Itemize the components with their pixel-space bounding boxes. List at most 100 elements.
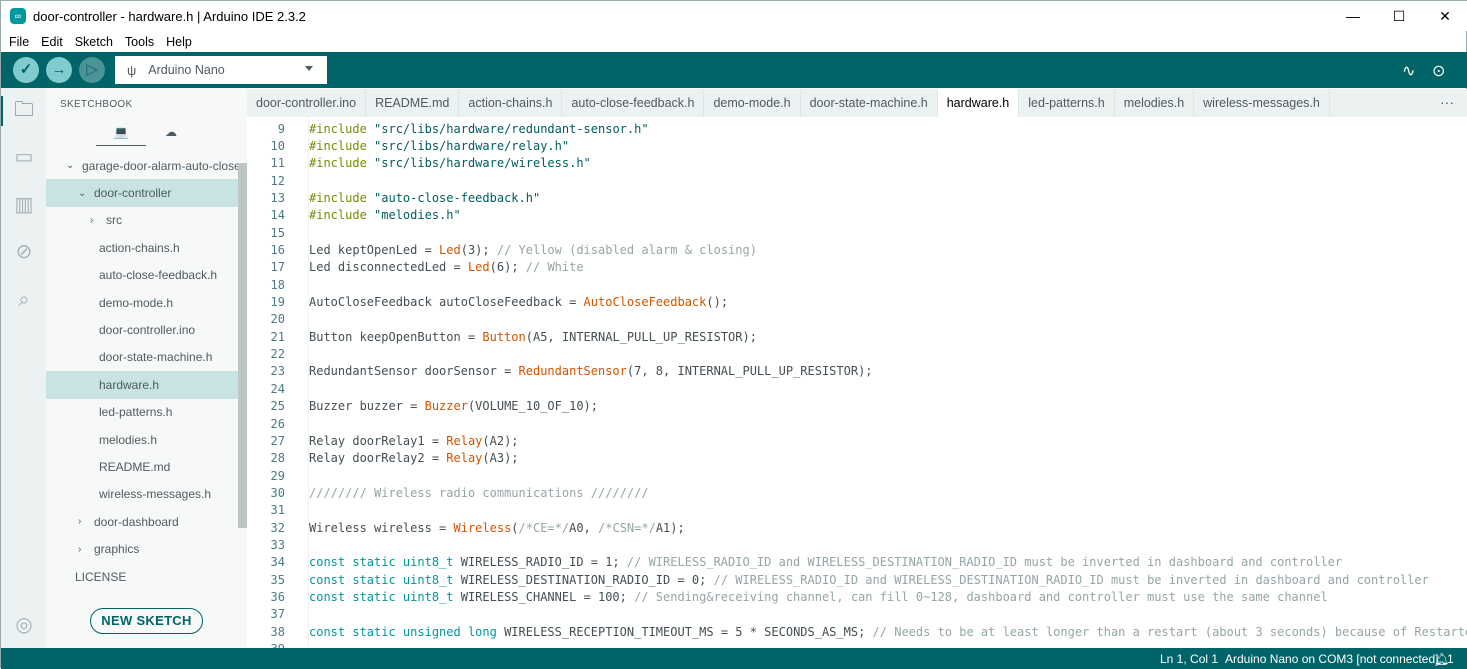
code-line: 18 <box>247 276 1467 293</box>
code-token: Relay <box>446 451 483 466</box>
boards-manager-icon[interactable]: ▭ <box>12 145 36 169</box>
code-token: WIRELESS_RECEPTION_TIMEOUT_MS = 5 * SECO… <box>504 624 873 639</box>
tree-item-label: demo-mode.h <box>99 295 174 310</box>
menu-tools[interactable]: Tools <box>125 35 154 49</box>
code-line: 25 Buzzer buzzer = Buzzer (VOLUME_10_OF_10… <box>247 398 1467 415</box>
tab-melodies-h[interactable]: melodies.h <box>1115 89 1195 117</box>
code-line: 31 <box>247 502 1467 519</box>
line-number: 17 <box>270 260 285 275</box>
cursor-position[interactable]: Ln 1, Col 1 <box>1160 652 1218 666</box>
code-token: (A5, INTERNAL_PULL_UP_RESISTOR); <box>525 329 757 344</box>
line-number: 32 <box>270 520 285 535</box>
tab-wireless-messages-h[interactable]: wireless-messages.h <box>1194 89 1330 117</box>
code-line: 36 const static uint8_t WIRELESS_CHANNEL … <box>247 588 1467 605</box>
code-token: WIRELESS_DESTINATION_RADIO_ID = 0; <box>460 572 714 587</box>
code-token: (VOLUME_10_OF_10); <box>467 399 598 414</box>
chevron-right-icon: › <box>78 516 82 528</box>
code-token: Wireless wireless = <box>309 520 454 535</box>
serial-plotter-icon[interactable]: ∿ <box>1402 61 1415 81</box>
tree-item[interactable]: › graphics <box>46 535 247 562</box>
tree-item[interactable]: door-controller.ino <box>46 316 247 343</box>
maximize-button[interactable]: ☐ <box>1376 1 1422 31</box>
tab-led-patterns-h[interactable]: led-patterns.h <box>1019 89 1115 117</box>
tab-hardware-h[interactable]: hardware.h <box>937 89 1020 117</box>
line-number: 16 <box>270 243 285 258</box>
code-line: 21 Button keepOpenButton = Button (A5, INT… <box>247 328 1467 345</box>
code-token: "auto-close-feedback.h" <box>374 191 541 206</box>
new-sketch-button[interactable]: NEW SKETCH <box>90 608 203 634</box>
menu-help[interactable]: Help <box>166 35 192 49</box>
code-token: Buzzer <box>424 399 468 414</box>
code-line: 27 Relay doorRelay1 = Relay (A2); <box>247 432 1467 449</box>
tree-item[interactable]: README.md <box>46 453 247 480</box>
debug-button[interactable]: ▷ <box>79 57 105 83</box>
tree-item[interactable]: ⌄ garage-door-alarm-auto-closer <box>46 152 247 179</box>
notification-count: 1 <box>1447 652 1454 666</box>
line-number: 21 <box>270 329 285 344</box>
tree-item-label: door-controller <box>94 186 172 201</box>
search-icon[interactable]: ⌕ <box>12 288 36 312</box>
local-sketchbook-tab[interactable]: 💻 <box>96 120 146 146</box>
debug-panel-icon[interactable]: ⊘ <box>12 240 36 264</box>
menu-sketch[interactable]: Sketch <box>75 35 113 49</box>
upload-button[interactable]: → <box>46 57 72 83</box>
board-status[interactable]: Arduino Nano on COM3 [not connected] <box>1225 652 1438 666</box>
code-token: (A3); <box>482 451 519 466</box>
tree-item[interactable]: action-chains.h <box>46 234 247 261</box>
tree-item[interactable]: ⌄ door-controller <box>46 179 247 207</box>
tree-item[interactable]: LICENSE <box>46 563 247 590</box>
code-token: //////// Wireless radio communications /… <box>309 485 649 500</box>
code-line: 38 const static unsigned long WIRELESS_RE… <box>247 623 1467 640</box>
code-token: const static unsigned long <box>309 624 505 639</box>
tree-item[interactable]: › door-dashboard <box>46 508 247 535</box>
code-token: #include <box>309 139 375 154</box>
tree-item[interactable]: › src <box>46 207 247 234</box>
cloud-sketchbook-tab[interactable]: ☁ <box>146 120 196 146</box>
tree-item[interactable]: led-patterns.h <box>46 399 247 426</box>
line-number: 14 <box>270 208 285 223</box>
line-number: 25 <box>270 399 285 414</box>
tree-item[interactable]: melodies.h <box>46 426 247 453</box>
tree-item-label: graphics <box>94 542 140 557</box>
tab-auto-close-feedback-h[interactable]: auto-close-feedback.h <box>562 89 705 117</box>
account-icon[interactable]: ◎ <box>12 613 36 637</box>
minimize-button[interactable]: — <box>1330 1 1376 31</box>
more-tabs-icon[interactable]: ··· <box>1440 89 1454 115</box>
tree-item[interactable]: wireless-messages.h <box>46 481 247 508</box>
serial-monitor-icon[interactable]: ⊙ <box>1432 61 1445 81</box>
code-token: "src/libs/hardware/wireless.h" <box>374 156 591 171</box>
sketchbook-sidebar: SKETCHBOOK 💻 ☁ ⌄ garage-door-alarm-auto-c… <box>46 88 247 648</box>
code-token: (A2); <box>482 433 519 448</box>
code-token: #include <box>309 191 375 206</box>
verify-button[interactable]: ✓ <box>13 57 39 83</box>
tree-item[interactable]: auto-close-feedback.h <box>46 262 247 289</box>
tree-item[interactable]: hardware.h <box>46 371 247 399</box>
folder-icon[interactable]: 🗀 <box>12 98 36 122</box>
library-manager-icon[interactable]: ▥ <box>12 193 36 217</box>
close-button[interactable]: ✕ <box>1422 1 1467 31</box>
code-token: const static uint8_t <box>309 589 461 604</box>
code-line: 32 Wireless wireless = Wireless(/*CE=*/A0… <box>247 519 1467 536</box>
tab-readme-md[interactable]: README.md <box>366 89 460 117</box>
code-line: 29 <box>247 467 1467 484</box>
code-token: // White <box>525 260 584 275</box>
code-token: (3); <box>460 243 497 258</box>
tab-door-state-machine-h[interactable]: door-state-machine.h <box>801 89 938 117</box>
code-editor[interactable]: 9 #include "src/libs/hardware/redundant-s… <box>247 117 1467 648</box>
code-token: (6); <box>489 260 526 275</box>
chevron-down-icon: ⌄ <box>66 160 75 172</box>
menu-edit[interactable]: Edit <box>41 35 63 49</box>
menu-file[interactable]: File <box>9 35 29 49</box>
code-line: 17 Led disconnectedLed = Led (6); // White <box>247 259 1467 276</box>
code-token: /*CE=*/ <box>518 520 570 535</box>
line-number: 36 <box>270 589 285 604</box>
tree-item[interactable]: door-state-machine.h <box>46 344 247 371</box>
tree-item[interactable]: demo-mode.h <box>46 289 247 316</box>
board-selector[interactable]: ψ Arduino Nano <box>115 56 327 84</box>
toolbar: ✓ → ▷ ψ Arduino Nano ∿ ⊙ <box>1 52 1467 88</box>
sidebar-scrollbar[interactable] <box>238 163 247 528</box>
tab-door-controller-ino[interactable]: door-controller.ino <box>247 89 367 117</box>
tab-demo-mode-h[interactable]: demo-mode.h <box>704 89 801 117</box>
tab-action-chains-h[interactable]: action-chains.h <box>459 89 563 117</box>
line-number: 30 <box>270 485 285 500</box>
